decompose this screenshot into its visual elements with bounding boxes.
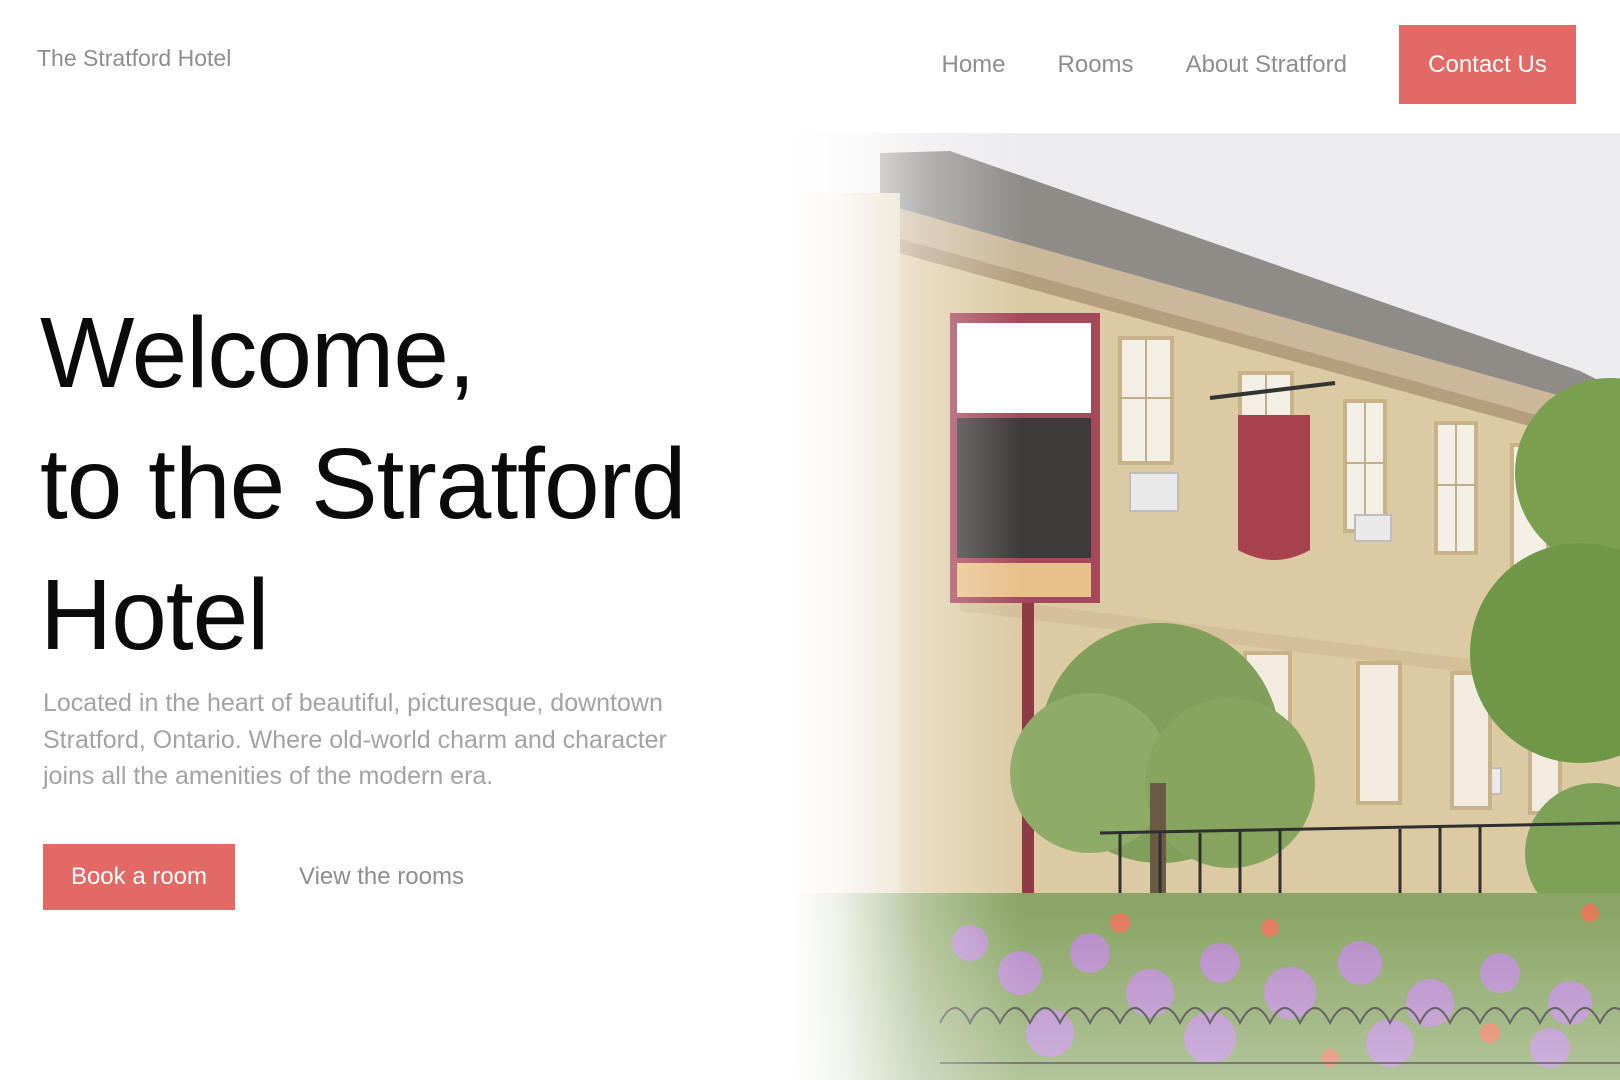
hero-hotel-photo xyxy=(790,133,1620,1080)
nav-rooms-link[interactable]: Rooms xyxy=(1058,51,1134,79)
view-rooms-link[interactable]: View the rooms xyxy=(299,863,464,891)
headline-line-2: to the Stratford xyxy=(40,428,686,540)
hero-headline: Welcome, to the Stratford Hotel xyxy=(40,288,800,681)
nav-about-link[interactable]: About Stratford xyxy=(1186,51,1347,79)
hero-description: Located in the heart of beautiful, pictu… xyxy=(43,689,667,790)
book-room-button[interactable]: Book a room xyxy=(43,844,235,910)
headline-line-1: Welcome, xyxy=(40,297,476,409)
hotel-building-illustration xyxy=(790,133,1620,1080)
nav-home-link[interactable]: Home xyxy=(942,51,1006,79)
main-nav: Home Rooms About Stratford Contact Us xyxy=(942,25,1576,104)
headline-line-3: Hotel xyxy=(40,559,269,671)
site-brand-link[interactable]: The Stratford Hotel xyxy=(37,45,231,72)
contact-us-button[interactable]: Contact Us xyxy=(1399,25,1576,104)
